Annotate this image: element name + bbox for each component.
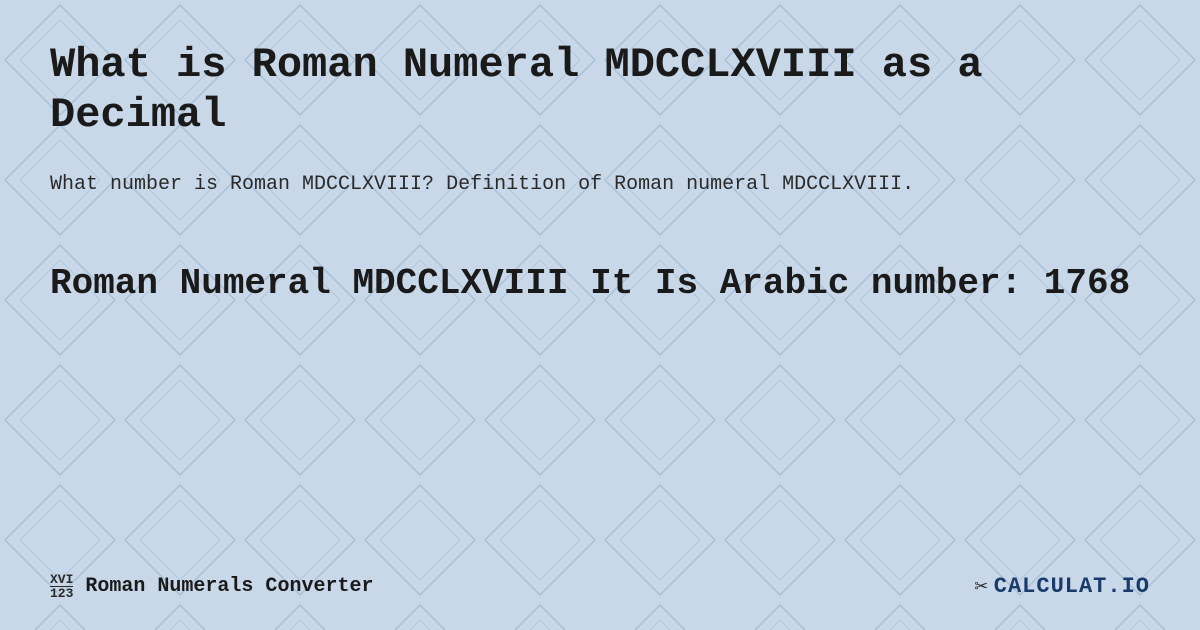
logo-text: CALCULAT.IO [994, 574, 1150, 599]
footer-left: XVI 123 Roman Numerals Converter [50, 573, 373, 600]
page-title: What is Roman Numeral MDCCLXVIII as a De… [50, 40, 1150, 141]
converter-label: Roman Numerals Converter [85, 575, 373, 598]
result-title: Roman Numeral MDCCLXVIII It Is Arabic nu… [50, 261, 1150, 308]
roman-icon-bottom: 123 [50, 586, 73, 600]
page-description: What number is Roman MDCCLXVIII? Definit… [50, 169, 950, 201]
scissors-icon: ✂ [975, 574, 988, 600]
footer: XVI 123 Roman Numerals Converter ✂ CALCU… [50, 553, 1150, 600]
roman-numeral-icon: XVI 123 [50, 573, 73, 600]
roman-icon-top: XVI [50, 573, 73, 586]
calculat-logo[interactable]: ✂ CALCULAT.IO [975, 574, 1150, 600]
result-section: Roman Numeral MDCCLXVIII It Is Arabic nu… [50, 261, 1150, 308]
